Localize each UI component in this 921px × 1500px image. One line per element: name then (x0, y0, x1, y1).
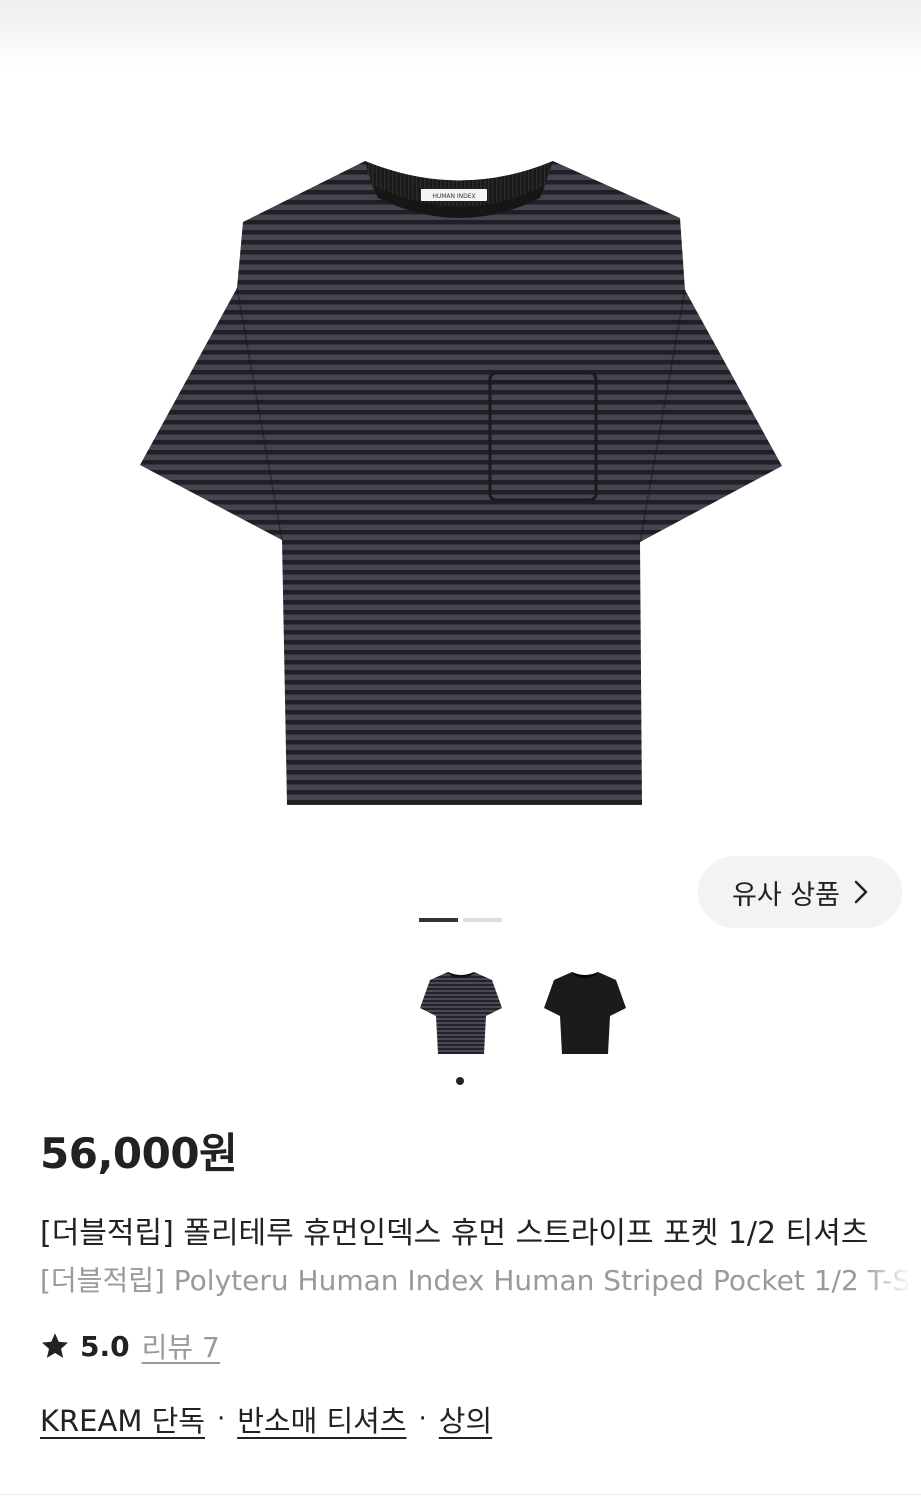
rating-row: 5.0 리뷰 7 (40, 1326, 220, 1366)
color-thumbnails (418, 960, 628, 1060)
tag-kream-exclusive[interactable]: KREAM 단독 (40, 1398, 205, 1440)
rating-score: 5.0 (80, 1329, 130, 1363)
title-fade (861, 1200, 921, 1300)
top-fade (0, 0, 921, 70)
tag-separator: · (216, 1404, 226, 1434)
product-hero-image[interactable]: HUMAN INDEX (0, 70, 921, 870)
chevron-right-icon (854, 880, 868, 904)
thumbnail-black[interactable] (542, 960, 628, 1060)
star-icon (42, 1333, 68, 1358)
tag-tops[interactable]: 상의 (439, 1398, 492, 1440)
pager-indicator-active (419, 918, 458, 922)
product-tags: KREAM 단독 · 반소매 티셔츠 · 상의 (40, 1398, 492, 1440)
gallery-pager (419, 918, 502, 922)
neck-label-text: HUMAN INDEX (432, 193, 475, 200)
tag-short-sleeve-tshirts[interactable]: 반소매 티셔츠 (237, 1398, 406, 1440)
product-price: 56,000원 (40, 1129, 238, 1178)
review-count-link[interactable]: 리뷰 7 (142, 1326, 220, 1366)
product-title-en: [더블적립] Polyteru Human Index Human Stripe… (40, 1264, 921, 1297)
similar-products-label: 유사 상품 (732, 879, 840, 911)
selected-thumbnail-dot (456, 1077, 464, 1085)
similar-products-button[interactable]: 유사 상품 (698, 856, 902, 928)
thumbnail-navy-stripe[interactable] (418, 960, 504, 1060)
divider (0, 1494, 921, 1495)
tag-separator: · (418, 1404, 427, 1434)
pager-indicator (463, 918, 502, 922)
product-title-ko: [더블적립] 폴리테루 휴먼인덱스 휴먼 스트라이프 포켓 1/2 티셔츠 (40, 1216, 869, 1251)
